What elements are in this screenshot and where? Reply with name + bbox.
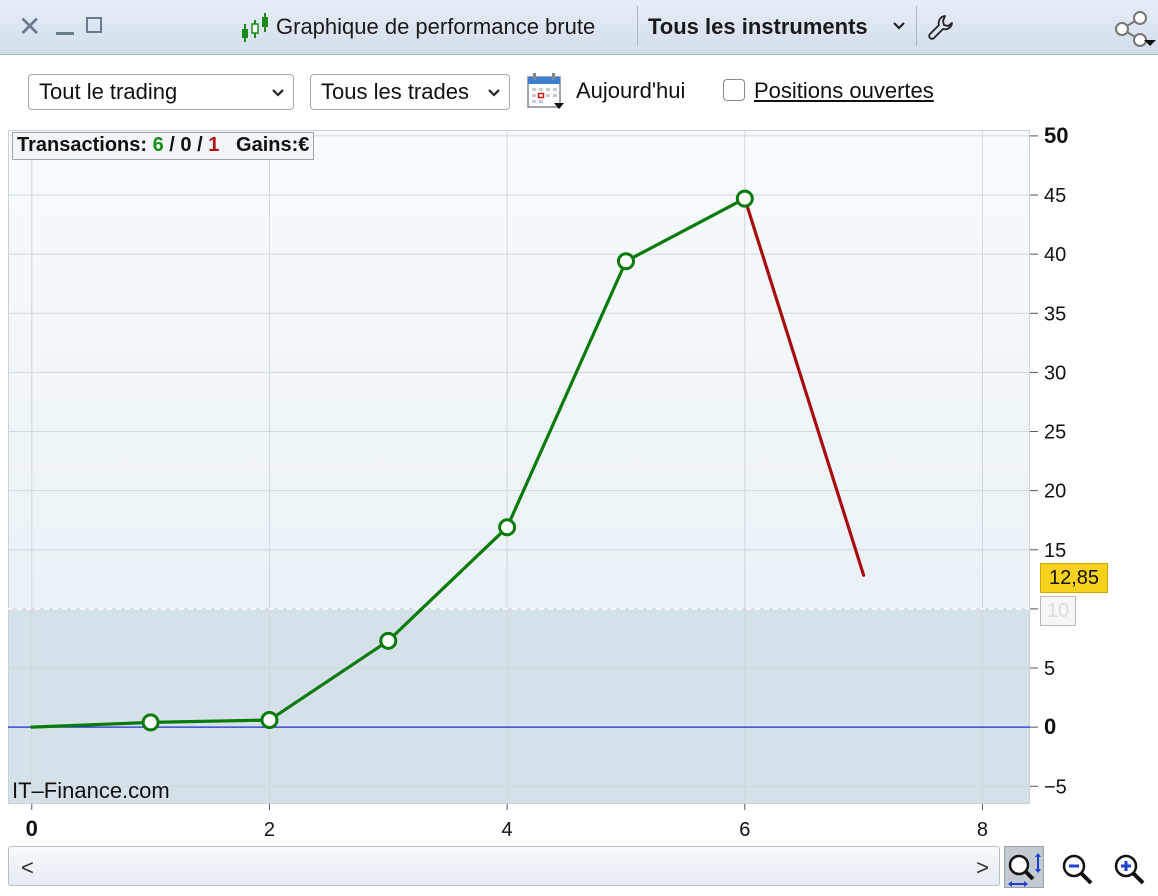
separator-slash: / (197, 134, 203, 156)
zoom-in-icon[interactable] (1112, 852, 1148, 888)
data-point (498, 518, 517, 537)
y-tick-label: 0 (1044, 714, 1056, 739)
below-reference-shade (9, 608, 1029, 803)
y-tick-label: −5 (1044, 776, 1067, 798)
scroll-left-button[interactable]: < (21, 855, 34, 881)
watermark: IT–Finance.com (12, 778, 170, 803)
y-tick-label: 15 (1044, 540, 1066, 562)
separator-slash: / (169, 134, 175, 156)
level-tag: 10 (1040, 596, 1076, 626)
data-point (141, 713, 160, 732)
y-tick-label: 35 (1044, 303, 1066, 325)
x-tick-label: 0 (26, 816, 38, 841)
scroll-right-button[interactable]: > (976, 855, 989, 881)
transactions-label: Transactions: (17, 134, 148, 156)
data-point (260, 711, 279, 730)
series-segment (743, 196, 866, 577)
transactions-summary: Transactions: 6 / 0 / 1 Gains:€ (12, 132, 315, 160)
x-tick-label: 6 (739, 819, 750, 841)
series-segment (505, 259, 628, 529)
y-tick-label: 30 (1044, 362, 1066, 384)
currency-label: € (298, 134, 310, 156)
zoom-fit-icon[interactable] (1006, 852, 1042, 888)
horizontal-scrollbar[interactable]: < > (8, 846, 1000, 886)
zoom-out-icon[interactable] (1060, 852, 1096, 888)
series-segment (624, 196, 747, 263)
y-tick-label: 45 (1044, 185, 1066, 207)
data-point (379, 631, 398, 650)
losses-count: 1 (208, 134, 220, 156)
y-tick-label: 5 (1044, 658, 1055, 680)
wins-count: 6 (152, 134, 164, 156)
y-tick-label: 25 (1044, 422, 1066, 444)
data-point (616, 252, 635, 271)
x-tick-label: 8 (977, 819, 988, 841)
y-tick-label: 50 (1044, 123, 1068, 148)
x-tick-label: 4 (502, 819, 513, 841)
y-tick-label: 20 (1044, 481, 1066, 503)
neutral-count: 0 (180, 134, 192, 156)
last-value-tag: 12,85 (1040, 563, 1108, 593)
gains-label: Gains: (236, 134, 299, 156)
data-point (735, 189, 754, 208)
y-tick-label: 40 (1044, 244, 1066, 266)
x-tick-label: 2 (264, 819, 275, 841)
